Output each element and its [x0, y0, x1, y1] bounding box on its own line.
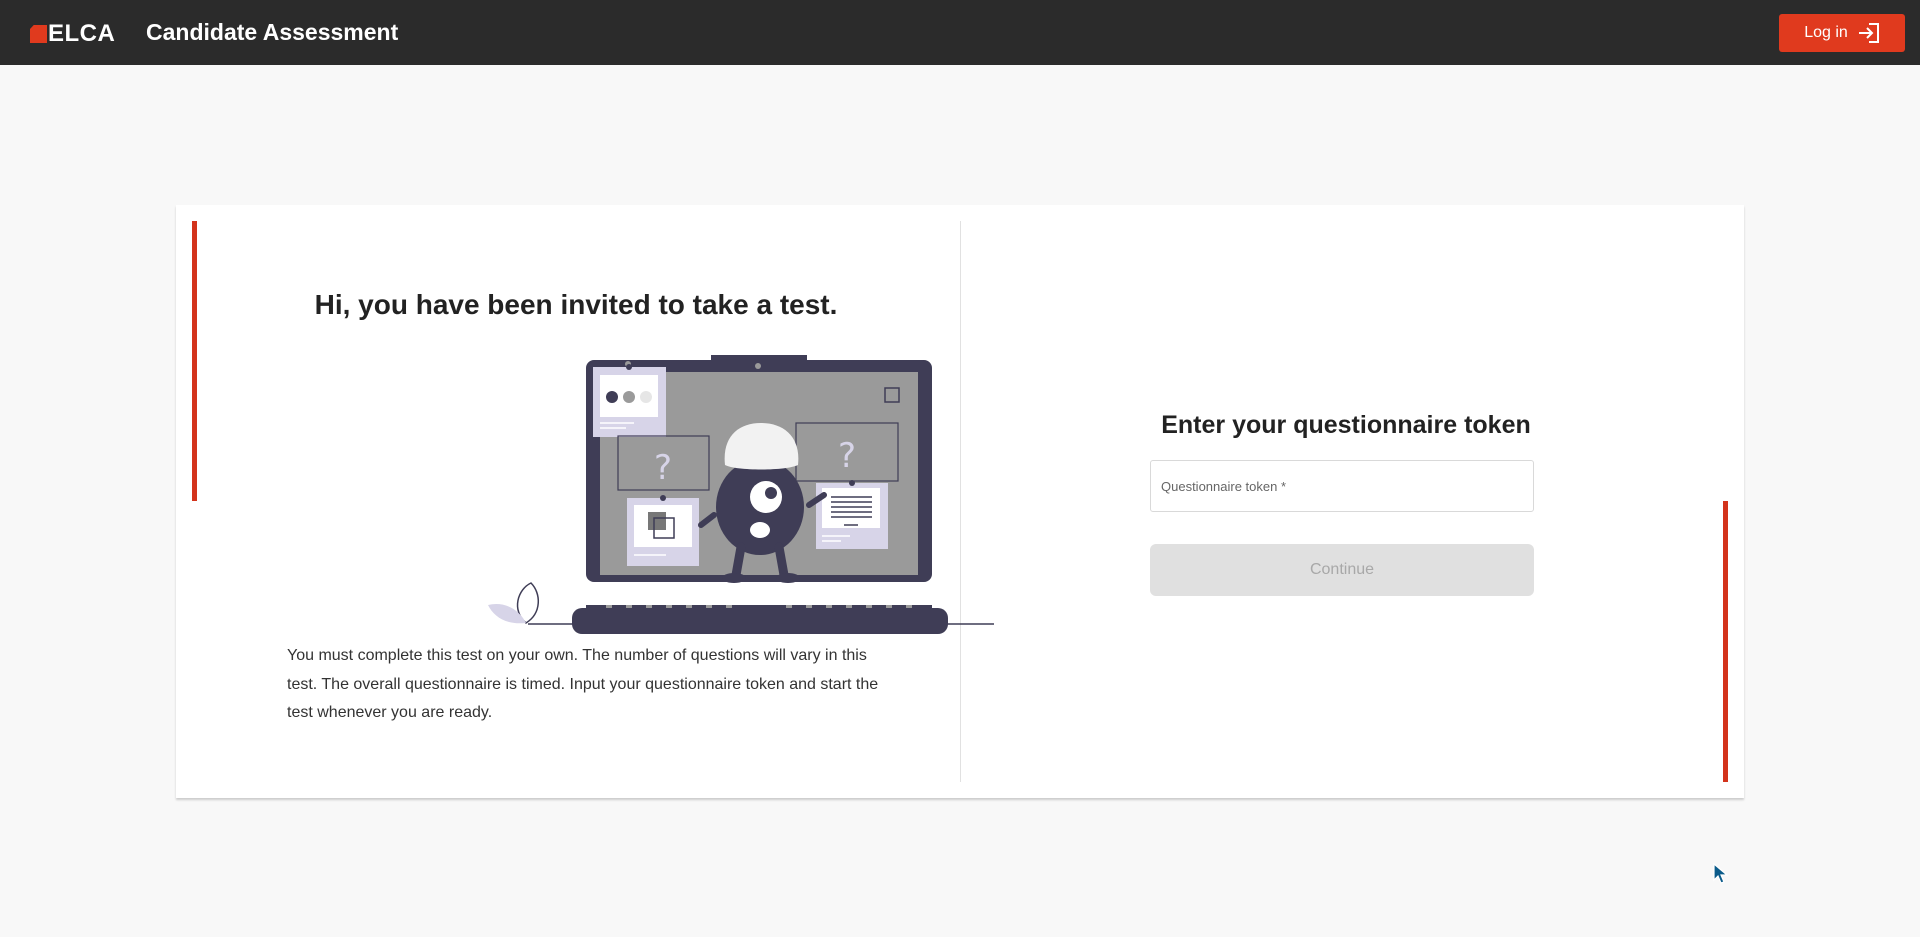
assessment-card: Hi, you have been invited to take a test…: [176, 205, 1744, 798]
login-arrow-icon: [1858, 23, 1879, 43]
logo-text: ELCA: [48, 20, 116, 47]
login-button[interactable]: Log in: [1779, 14, 1905, 52]
continue-button[interactable]: Continue: [1150, 544, 1534, 596]
app-title: Candidate Assessment: [146, 19, 399, 45]
svg-text:?: ?: [838, 436, 856, 476]
top-navigation-bar: ELCA Candidate Assessment Log in: [0, 0, 1920, 65]
svg-text:?: ?: [654, 448, 672, 488]
login-label: Log in: [1804, 24, 1848, 41]
mouse-cursor-icon: [1713, 863, 1729, 884]
questionnaire-token-field[interactable]: [1150, 460, 1534, 512]
elca-logo[interactable]: ELCA: [30, 20, 115, 48]
questionnaire-token-input[interactable]: [1151, 461, 1533, 511]
token-title: Enter your questionnaire token: [1161, 411, 1531, 439]
left-accent-bar: [192, 221, 197, 501]
test-illustration: ? ?: [488, 355, 994, 634]
welcome-title: Hi, you have been invited to take a test…: [314, 289, 838, 320]
right-accent-bar: [1723, 501, 1728, 782]
elca-logo-icon: [30, 25, 47, 43]
intro-text: You must complete this test on your own.…: [287, 647, 879, 721]
